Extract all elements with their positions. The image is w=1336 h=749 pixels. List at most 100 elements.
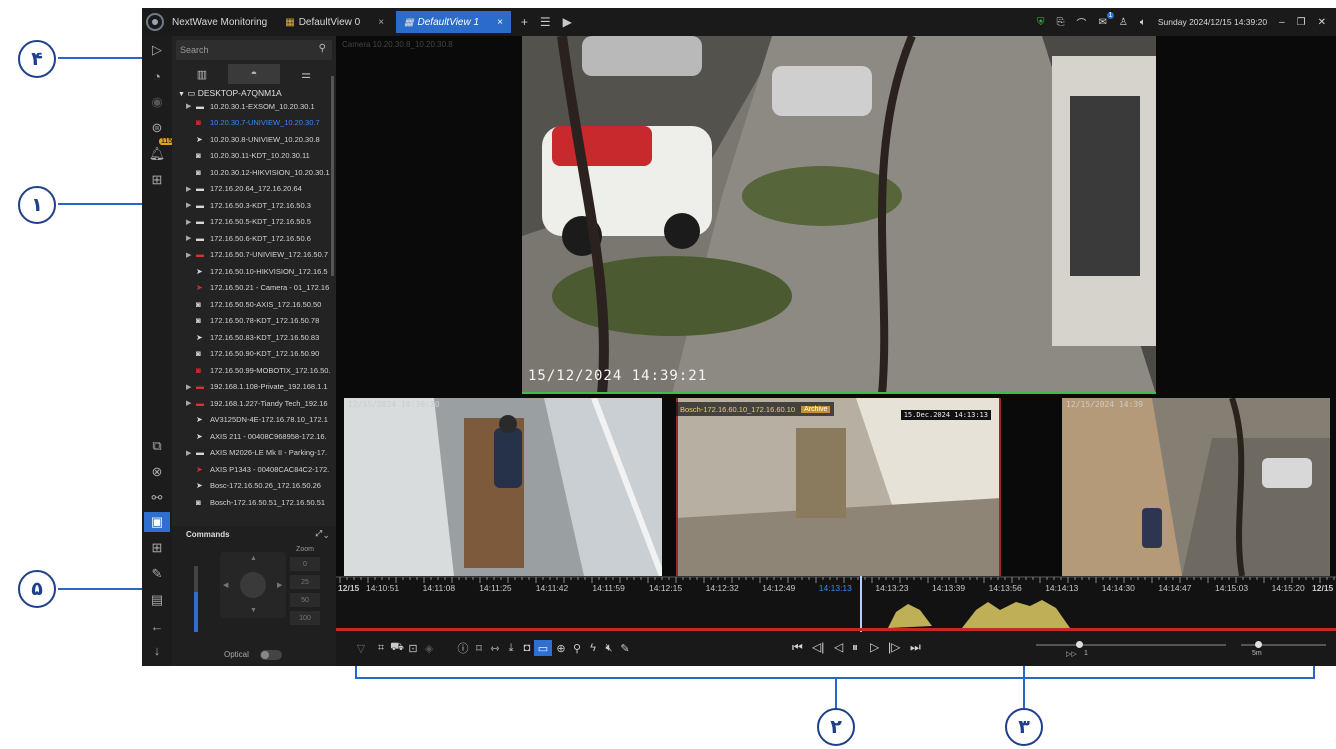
camera-tile-street[interactable]: 12/15/2024 14:39: [1062, 398, 1330, 576]
speed-slider[interactable]: [194, 566, 198, 632]
pause-icon[interactable]: ⏸︎: [852, 640, 858, 655]
tab-network-icon[interactable]: ⚌: [280, 64, 332, 84]
brush-tool-icon[interactable]: ✎: [618, 640, 632, 656]
tree-node[interactable]: ➤ AV3125DN-4E-172.16.78.10_172.1: [172, 412, 336, 429]
main-camera-feed[interactable]: 15/12/2024 14:39:21: [522, 36, 1156, 394]
tree-node[interactable]: ➤ 172.16.50.21 - Camera - 01_172.16: [172, 280, 336, 297]
ptz-up-icon[interactable]: ▲: [250, 555, 257, 562]
ptz-center-knob[interactable]: [240, 572, 266, 598]
expand-arrow-icon[interactable]: ▶: [186, 449, 196, 457]
tree-node[interactable]: ▶ ▬ 172.16.20.64_172.16.20.64: [172, 181, 336, 198]
bell-icon[interactable]: 🔔︎ 115: [147, 138, 175, 164]
play-icon[interactable]: ▷: [870, 640, 879, 654]
ptz-joystick[interactable]: ▲ ▼ ◀ ▶: [220, 552, 286, 618]
search-input[interactable]: Search ⚲: [176, 40, 332, 60]
link-icon[interactable]: ⚯: [147, 488, 167, 508]
tree-node[interactable]: ◙ Bosch-172.16.50.51_172.16.50.51: [172, 494, 336, 511]
zoom-search-icon[interactable]: ⚲: [570, 640, 584, 656]
target-icon[interactable]: ⊕: [554, 640, 568, 656]
tree-node[interactable]: ◙ 172.16.50.99-MOBOTIX_172.16.50.: [172, 362, 336, 379]
expand-arrow-icon[interactable]: ▶: [186, 234, 196, 242]
step-track[interactable]: [1241, 641, 1326, 648]
add-tab-icon[interactable]: +: [521, 15, 528, 29]
tree-node[interactable]: ➤ 172.16.50.10-HIKVISION_172.16.5: [172, 263, 336, 280]
tree-node[interactable]: ◙ 172.16.50.50-AXIS_172.16.50.50: [172, 296, 336, 313]
tree-node[interactable]: ➤ AXIS 211 - 00408C968958-172.16.: [172, 428, 336, 445]
zoom-value[interactable]: 25: [290, 575, 320, 589]
fit-icon[interactable]: ⇿: [488, 640, 502, 656]
user-icon[interactable]: ♙: [1119, 17, 1128, 28]
expand-arrow-icon[interactable]: ▶: [186, 102, 196, 110]
snapshot-grid-icon[interactable]: ⊡: [406, 640, 420, 656]
playback-timeline[interactable]: 12/15 14:10:51 14:11:08 14:11:25 14:11:42 14:…: [336, 576, 1336, 632]
tree-node[interactable]: ◙ 10.20.30.12-HIKVISION_10.20.30.1: [172, 164, 336, 181]
playback-cursor[interactable]: [860, 576, 862, 632]
play-view-icon[interactable]: ▶: [563, 15, 572, 29]
skip-start-icon[interactable]: ⏮︎: [792, 640, 803, 655]
download-arrow-icon[interactable]: ↓: [147, 640, 167, 660]
step-forward-icon[interactable]: |▷: [888, 640, 900, 654]
tree-node[interactable]: ▶ ▬ 10.20.30.1-EXSOM_10.20.30.1: [172, 98, 336, 115]
layout-icon[interactable]: ⊞: [147, 538, 167, 558]
record-box-icon[interactable]: ▭: [534, 640, 552, 656]
expand-arrow-icon[interactable]: ▼: [178, 91, 185, 98]
lightning-icon[interactable]: ϟ: [586, 640, 600, 656]
expand-arrow-icon[interactable]: ▶: [186, 383, 196, 391]
copy-icon[interactable]: ⧉: [147, 436, 167, 456]
close-icon[interactable]: ×: [497, 17, 503, 28]
zoom-value[interactable]: 50: [290, 593, 320, 607]
document-icon[interactable]: ▤: [147, 590, 167, 610]
tree-node[interactable]: ▶ ▬ 172.16.50.7-UNIVIEW_172.16.50.7: [172, 247, 336, 264]
shield-icon[interactable]: ⛨: [1037, 17, 1045, 28]
bookmark-icon[interactable]: ⌑: [472, 640, 486, 656]
list-icon[interactable]: ☰: [540, 15, 551, 29]
optical-toggle[interactable]: [260, 650, 282, 660]
download-icon[interactable]: ⤓: [504, 640, 518, 656]
search-icon[interactable]: ⚲: [319, 43, 326, 54]
clipboard-icon[interactable]: ⎘: [1057, 17, 1065, 28]
step-back-icon[interactable]: ◁|: [812, 640, 824, 654]
volume-icon[interactable]: 🔈︎: [1140, 17, 1146, 28]
expand-arrow-icon[interactable]: ▶: [186, 399, 196, 407]
list-circle-icon[interactable]: ⊜: [147, 118, 167, 138]
speed-knob[interactable]: [1076, 641, 1083, 648]
chart-icon[interactable]: ◔: [147, 66, 167, 86]
filter-icon[interactable]: ▽: [354, 640, 368, 656]
back-arrow-icon[interactable]: ←: [147, 616, 167, 636]
tree-node[interactable]: ▶ ▬ 192.168.1.227-Tiandy Tech_192.16: [172, 395, 336, 412]
tab-cameras-icon[interactable]: ◓: [228, 64, 280, 84]
tree-node[interactable]: ▶ ▬ AXIS M2026-LE Mk II - Parking-17.: [172, 445, 336, 462]
tree-node[interactable]: ➤ Bosc-172.16.50.26_172.16.50.26: [172, 478, 336, 495]
tab-defaultview-1[interactable]: ▦ DefaultView 1 ×: [396, 11, 511, 33]
mute-icon[interactable]: 🔇︎: [602, 640, 616, 656]
expand-arrow-icon[interactable]: ▶: [186, 201, 196, 209]
skip-end-icon[interactable]: ⏭︎: [910, 640, 921, 655]
maximize-button[interactable]: ❐: [1297, 17, 1306, 28]
tree-node[interactable]: ➤ 172.16.50.83-KDT_172.16.50.83: [172, 329, 336, 346]
tree-scrollbar[interactable]: [331, 76, 334, 276]
tree-node[interactable]: ▶ ▬ 172.16.50.5-KDT_172.16.50.5: [172, 214, 336, 231]
ptz-right-icon[interactable]: ▶: [277, 581, 282, 589]
mail-icon[interactable]: ✉ 1: [1099, 11, 1115, 28]
play-circle-icon[interactable]: ▷: [147, 40, 167, 60]
reverse-play-icon[interactable]: ◁: [834, 640, 843, 654]
ptz-left-icon[interactable]: ◀: [223, 581, 228, 589]
grid-icon[interactable]: ⊞: [147, 170, 167, 190]
vehicle-icon[interactable]: ⛟: [390, 640, 404, 656]
tree-node[interactable]: ◙ 10.20.30.11-KDT_10.20.30.11: [172, 148, 336, 165]
step-knob[interactable]: [1255, 641, 1262, 648]
speed-track[interactable]: [1036, 641, 1226, 648]
info-icon[interactable]: ⓘ: [456, 640, 470, 656]
face-detect-icon[interactable]: ⌗: [374, 640, 388, 656]
close-window-button[interactable]: ✕: [1318, 17, 1326, 28]
zoom-value[interactable]: 100: [290, 611, 320, 625]
zoom-value[interactable]: 0: [290, 557, 320, 571]
network-icon[interactable]: ⊗: [147, 462, 167, 482]
location-icon[interactable]: ◉: [147, 92, 167, 112]
brush-icon[interactable]: ✎: [147, 564, 167, 584]
expand-arrow-icon[interactable]: ▶: [186, 185, 196, 193]
signal-icon[interactable]: ⌒: [1077, 15, 1087, 30]
tree-node[interactable]: ▶ ▬ 172.16.50.6-KDT_172.16.50.6: [172, 230, 336, 247]
close-icon[interactable]: ×: [378, 17, 384, 28]
tree-node[interactable]: ◙ 172.16.50.90-KDT_172.16.50.90: [172, 346, 336, 363]
